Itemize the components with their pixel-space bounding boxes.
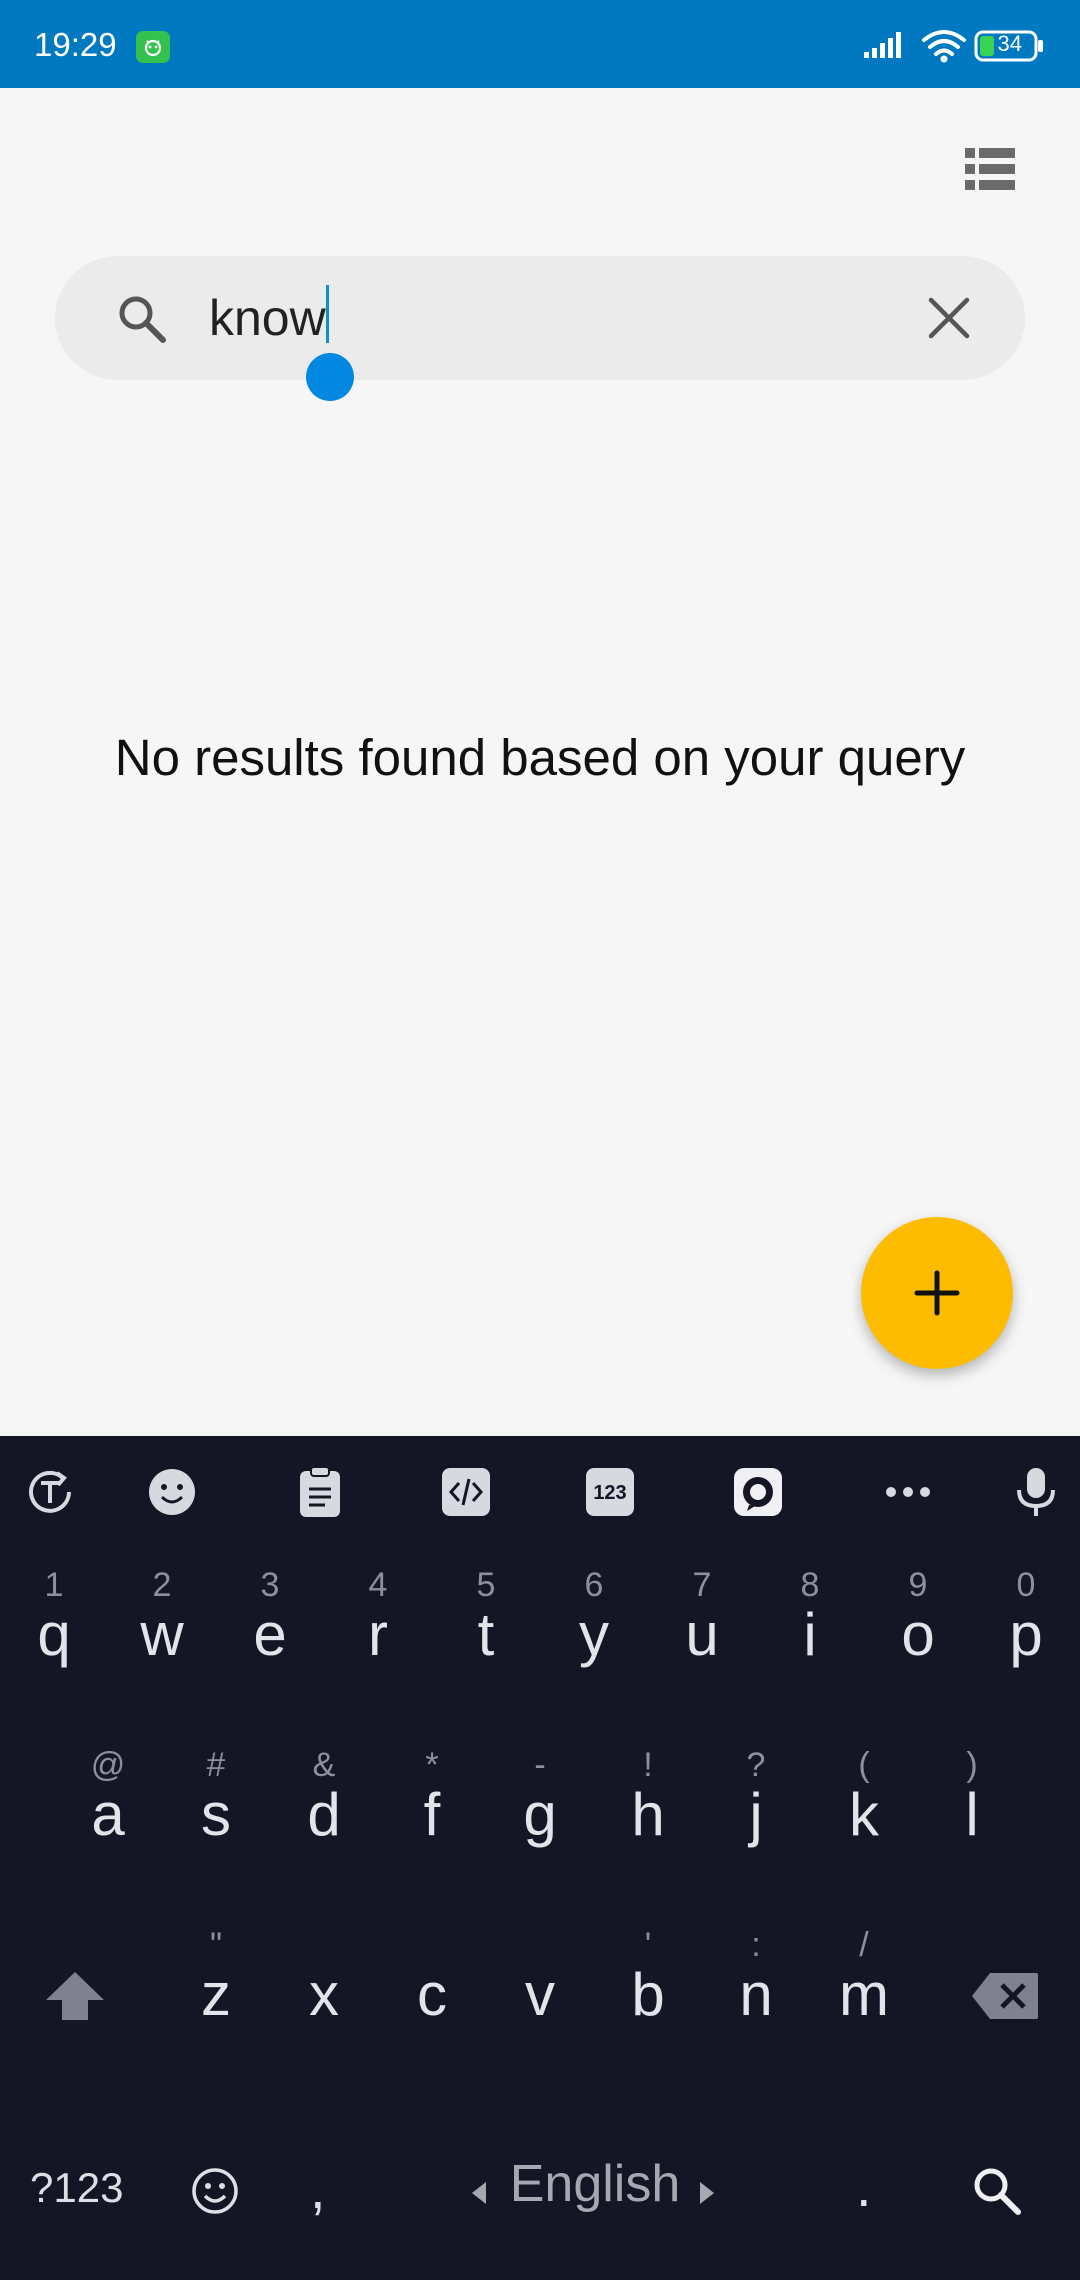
code-icon[interactable] — [438, 1464, 494, 1520]
key-k[interactable]: (k — [810, 1728, 918, 1868]
search-enter-key[interactable] — [970, 2164, 1024, 2223]
shift-icon — [46, 1972, 104, 2020]
keyboard: 123 1q 2w 3e 4r 5t 6y 7u 8i 9o 0p @ a # s … — [0, 1436, 1080, 2280]
key-q[interactable]: 1q — [0, 1548, 108, 1688]
signal-icon — [864, 32, 901, 58]
key-l[interactable]: ) l — [918, 1728, 1026, 1868]
keyboard-bottom-row: ?123 , English . — [0, 2136, 1080, 2256]
empty-state-message: No results found based on your query — [114, 729, 966, 786]
keyboard-toolbar: 123 — [0, 1436, 1080, 1546]
key-r[interactable]: 4r — [324, 1548, 432, 1688]
add-note-button[interactable] — [861, 1217, 1013, 1369]
search-input[interactable]: know — [209, 282, 329, 354]
search-icon — [974, 2168, 1021, 2215]
arrow-right-icon — [700, 2182, 714, 2204]
key-y[interactable]: 6y — [540, 1548, 648, 1688]
key-v[interactable]: v — [486, 1908, 594, 2048]
key-u[interactable]: 7u — [648, 1548, 756, 1688]
list-view-button[interactable] — [960, 140, 1020, 200]
svg-text:123: 123 — [593, 1482, 626, 1504]
backspace-icon — [972, 1973, 1038, 2019]
key-i[interactable]: 8i — [756, 1548, 864, 1688]
space-bar[interactable]: English — [460, 2136, 730, 2256]
key-o[interactable]: 9o — [864, 1548, 972, 1688]
emoji-icon[interactable] — [144, 1464, 200, 1520]
key-d[interactable]: & d — [270, 1728, 378, 1868]
space-bar-label: English — [509, 2155, 681, 2213]
app-notification-icon — [136, 31, 170, 63]
main-content: know No results found based on your quer… — [0, 88, 1080, 1436]
search-bar[interactable]: know — [55, 256, 1025, 380]
emoji-icon — [192, 2168, 238, 2214]
key-w[interactable]: 2w — [108, 1548, 216, 1688]
clipboard-icon[interactable] — [292, 1464, 348, 1520]
key-z[interactable]: " z — [162, 1908, 270, 2048]
key-x[interactable]: x — [270, 1908, 378, 2048]
key-f[interactable]: * f — [378, 1728, 486, 1868]
key-b[interactable]: ' b — [594, 1908, 702, 2048]
more-icon[interactable] — [880, 1464, 936, 1520]
key-h[interactable]: ! h — [594, 1728, 702, 1868]
status-bar: 19:29 34 — [0, 0, 1080, 88]
close-icon[interactable] — [927, 296, 971, 340]
numbers-icon[interactable]: 123 — [582, 1464, 638, 1520]
search-icon — [119, 296, 166, 343]
chat-icon[interactable] — [730, 1464, 786, 1520]
key-p[interactable]: 0p — [972, 1548, 1080, 1688]
status-time: 19:29 — [34, 26, 117, 63]
wifi-icon — [922, 30, 966, 56]
mic-icon[interactable] — [1008, 1464, 1064, 1520]
caret-handle[interactable] — [306, 353, 354, 401]
symbols-key[interactable]: ?123 — [30, 2164, 123, 2212]
key-a[interactable]: @ a — [54, 1728, 162, 1868]
comma-key[interactable]: , — [310, 2156, 326, 2221]
plus-icon — [914, 1270, 960, 1316]
key-e[interactable]: 3e — [216, 1548, 324, 1688]
text-caret — [325, 285, 329, 343]
key-m[interactable]: / m — [810, 1908, 918, 2048]
key-j[interactable]: ? j — [702, 1728, 810, 1868]
status-icons — [864, 26, 1054, 66]
search-query: know — [209, 290, 326, 346]
key-s[interactable]: # s — [162, 1728, 270, 1868]
key-g[interactable]: -g — [486, 1728, 594, 1868]
key-c[interactable]: c — [378, 1908, 486, 2048]
emoji-key[interactable] — [190, 2166, 240, 2221]
battery-level: 34 — [997, 31, 1022, 56]
shift-key[interactable] — [30, 1956, 120, 2036]
backspace-key[interactable] — [960, 1956, 1050, 2036]
key-n[interactable]: :n — [702, 1908, 810, 2048]
translate-icon[interactable] — [22, 1464, 78, 1520]
key-t[interactable]: 5t — [432, 1548, 540, 1688]
period-key[interactable]: . — [856, 2154, 872, 2219]
list-view-icon — [965, 148, 1015, 190]
